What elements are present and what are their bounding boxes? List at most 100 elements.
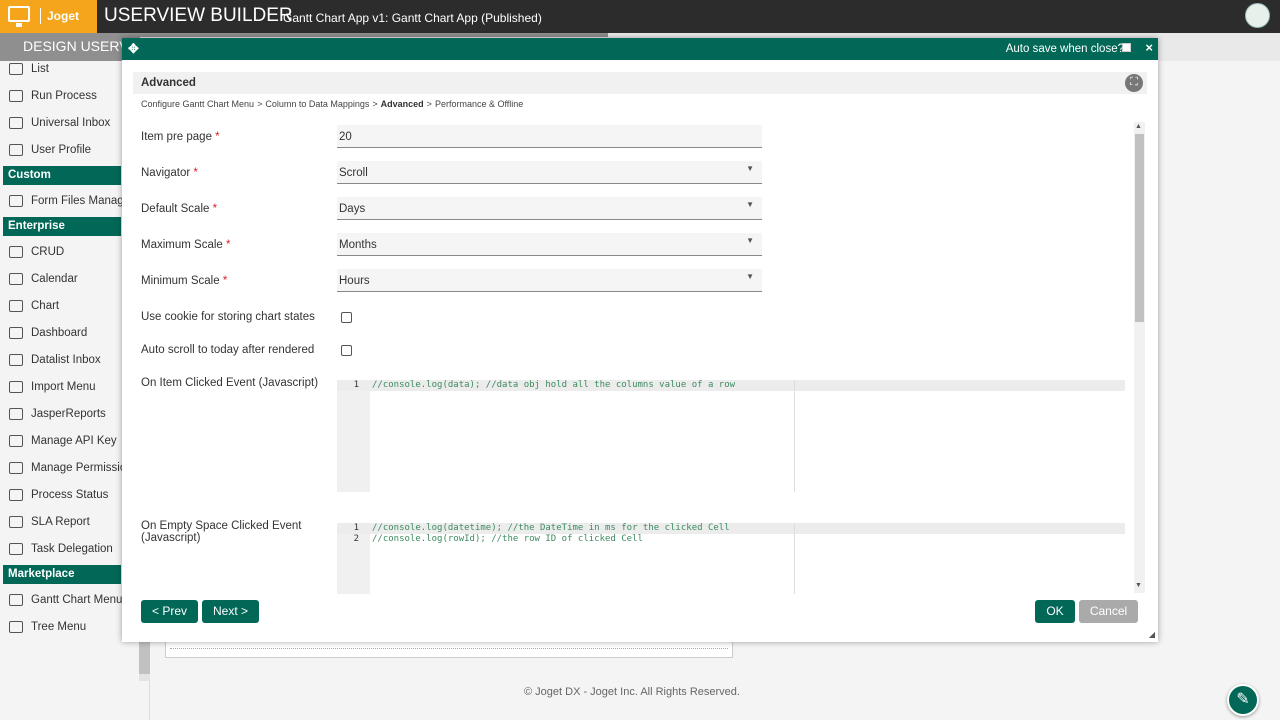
section-title: Advanced <box>141 77 196 89</box>
app-subtitle: Gantt Chart App v1: Gantt Chart App (Pub… <box>283 11 542 25</box>
sidebar-item-label: Process Status <box>31 488 109 501</box>
page-scrollbar[interactable] <box>1267 61 1280 720</box>
form-scroll-thumb[interactable] <box>1135 134 1144 322</box>
sidebar-item[interactable]: Process Status <box>0 481 140 508</box>
sidebar-item[interactable]: SLA Report <box>0 508 140 535</box>
chevron-down-icon: ▼ <box>746 236 754 245</box>
builder-title: USERVIEW BUILDER <box>104 5 293 26</box>
autosave-checkbox[interactable] <box>1122 43 1131 52</box>
sidebar-item[interactable]: Chart <box>0 292 140 319</box>
list-icon <box>9 62 23 75</box>
calendar-icon <box>9 272 23 285</box>
sidebar-item[interactable]: Task Delegation <box>0 535 140 562</box>
logo-divider <box>40 8 41 24</box>
prev-button[interactable]: < Prev <box>141 600 198 623</box>
fullscreen-icon[interactable]: ⛶ <box>1125 74 1143 92</box>
sidebar-item[interactable]: List <box>0 55 140 82</box>
sidebar-item-label: Task Delegation <box>31 542 113 555</box>
joget-logo[interactable]: Joget <box>0 0 97 33</box>
on-item-clicked-editor[interactable]: 1 //console.log(data); //data obj hold a… <box>337 380 1125 492</box>
ok-button[interactable]: OK <box>1035 600 1075 623</box>
on-item-clicked-label: On Item Clicked Event (Javascript) <box>141 377 319 389</box>
maximum-scale-select[interactable]: Months ▼ <box>337 233 762 256</box>
inbox-icon <box>9 116 23 129</box>
dialog-titlebar[interactable]: ✥ Auto save when close? × <box>122 38 1158 60</box>
minimum-scale-label: Minimum Scale * <box>141 275 228 287</box>
monitor-icon <box>8 6 30 27</box>
default-scale-select[interactable]: Days ▼ <box>337 197 762 220</box>
sidebar-item[interactable]: Tree Menu <box>0 613 140 640</box>
import-icon <box>9 380 23 393</box>
edit-fab-button[interactable]: ✎ <box>1227 684 1259 716</box>
sidebar-item[interactable]: CRUD <box>0 238 140 265</box>
sidebar-item[interactable]: Datalist Inbox <box>0 346 140 373</box>
breadcrumb-item[interactable]: Column to Data Mappings <box>265 99 369 109</box>
close-icon[interactable]: × <box>1145 40 1153 55</box>
sidebar-item-label: User Profile <box>31 143 92 156</box>
pencil-icon: ✎ <box>1236 691 1250 708</box>
sidebar-item-label: JasperReports <box>31 407 106 420</box>
sidebar-item[interactable]: Import Menu <box>0 373 140 400</box>
sidebar-item-label: Run Process <box>31 89 97 102</box>
item-per-page-input[interactable]: 20 <box>337 125 762 148</box>
section-header: Advanced ⛶ <box>133 72 1147 94</box>
sidebar-item-label: Manage API Key <box>31 434 117 447</box>
next-button[interactable]: Next > <box>202 600 259 623</box>
sidebar-item-label: Import Menu <box>31 380 96 393</box>
default-scale-label: Default Scale * <box>141 203 218 215</box>
sidebar-item[interactable]: User Profile <box>0 136 140 163</box>
sidebar-item-label: Form Files Manager <box>31 194 134 207</box>
footer-copyright: © Joget DX - Joget Inc. All Rights Reser… <box>524 686 740 698</box>
sidebar-section-header: Custom <box>3 166 121 185</box>
scroll-up-icon[interactable]: ▲ <box>1135 123 1142 130</box>
sidebar-item-label: Manage Permission <box>31 461 133 474</box>
logo-text: Joget <box>47 9 80 23</box>
user-icon <box>9 143 23 156</box>
inbox-icon <box>9 353 23 366</box>
breadcrumb-item[interactable]: Configure Gantt Chart Menu <box>141 99 254 109</box>
navigator-select[interactable]: Scroll ▼ <box>337 161 762 184</box>
sidebar-item-label: Datalist Inbox <box>31 353 101 366</box>
navigator-label: Navigator * <box>141 167 198 179</box>
auto-scroll-checkbox[interactable] <box>341 345 352 356</box>
item-per-page-label: Item pre page * <box>141 131 220 143</box>
properties-dialog: ✥ Auto save when close? × Advanced ⛶ Con… <box>122 38 1158 642</box>
code-line: 2 //console.log(rowId); //the row ID of … <box>353 534 643 544</box>
crud-icon <box>9 245 23 258</box>
code-line: 1 //console.log(datetime); //the DateTim… <box>353 523 730 533</box>
sidebar-item[interactable]: Manage API Key <box>0 427 140 454</box>
move-icon[interactable]: ✥ <box>128 41 139 57</box>
monitor-icon <box>9 434 23 447</box>
sidebar-item-label: CRUD <box>31 245 65 258</box>
subbar-tabs-strip <box>140 33 608 37</box>
cancel-button[interactable]: Cancel <box>1079 600 1138 623</box>
on-empty-clicked-editor[interactable]: 1 //console.log(datetime); //the DateTim… <box>337 523 1125 594</box>
chevron-down-icon: ▼ <box>746 200 754 209</box>
sidebar-item[interactable]: Universal Inbox <box>0 109 140 136</box>
form-icon <box>9 620 23 633</box>
user-avatar[interactable] <box>1245 3 1270 28</box>
report-icon <box>9 407 23 420</box>
sidebar-scroll-thumb[interactable] <box>139 640 150 674</box>
sidebar-item-label: List <box>31 62 49 75</box>
scroll-down-icon[interactable]: ▼ <box>1135 582 1142 589</box>
use-cookie-checkbox[interactable] <box>341 312 352 323</box>
sidebar-item[interactable]: JasperReports <box>0 400 140 427</box>
sidebar-item[interactable]: Calendar <box>0 265 140 292</box>
breadcrumb-item[interactable]: Performance & Offline <box>435 99 523 109</box>
sidebar-item[interactable]: Run Process <box>0 82 140 109</box>
sidebar-section-header: Enterprise <box>3 217 121 236</box>
minimum-scale-select[interactable]: Hours ▼ <box>337 269 762 292</box>
play-icon <box>9 89 23 102</box>
auto-scroll-label: Auto scroll to today after rendered <box>141 344 315 356</box>
sidebar-section-header: Marketplace <box>3 565 121 584</box>
resize-grip-icon[interactable]: ◢ <box>1149 630 1155 639</box>
sidebar-item-label: Calendar <box>31 272 78 285</box>
sidebar-item[interactable]: Form Files Manager <box>0 187 140 214</box>
sidebar-item[interactable]: Gantt Chart Menu <box>0 586 140 613</box>
code-line: 1 //console.log(data); //data obj hold a… <box>353 380 736 390</box>
dashboard-icon <box>9 326 23 339</box>
users-icon <box>9 461 23 474</box>
sidebar-item[interactable]: Dashboard <box>0 319 140 346</box>
sidebar-item[interactable]: Manage Permission <box>0 454 140 481</box>
